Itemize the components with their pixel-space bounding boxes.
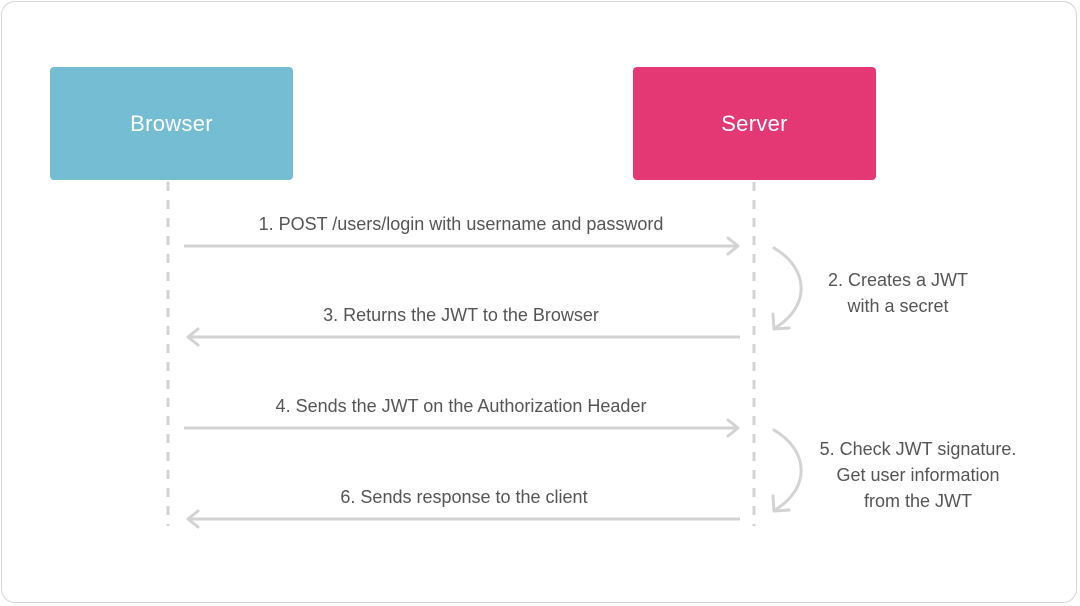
self-arrow-step-2 <box>771 246 803 331</box>
arrow-step-1 <box>184 236 740 256</box>
message-label-step-4: 4. Sends the JWT on the Authorization He… <box>275 396 647 416</box>
message-label-step-1: 1. POST /users/login with username and p… <box>258 214 664 234</box>
self-action-line: from the JWT <box>863 491 972 511</box>
self-action-line: 5. Check JWT signature. <box>819 439 1017 459</box>
self-action-line: Get user information <box>836 465 1000 485</box>
arrow-step-3 <box>186 327 740 347</box>
message-label-step-3: 3. Returns the JWT to the Browser <box>323 305 599 325</box>
self-action-label-step-2: 2. Creates a JWT with a secret <box>828 267 968 319</box>
message-label-step-6: 6. Sends response to the client <box>340 487 588 507</box>
arrow-step-6 <box>186 509 740 529</box>
self-action-line: with a secret <box>847 296 949 316</box>
arrow-step-4 <box>184 418 740 438</box>
self-action-line: 2. Creates a JWT <box>827 270 969 290</box>
self-arrow-step-5 <box>771 428 803 513</box>
self-action-label-step-5: 5. Check JWT signature. Get user informa… <box>820 436 1017 514</box>
